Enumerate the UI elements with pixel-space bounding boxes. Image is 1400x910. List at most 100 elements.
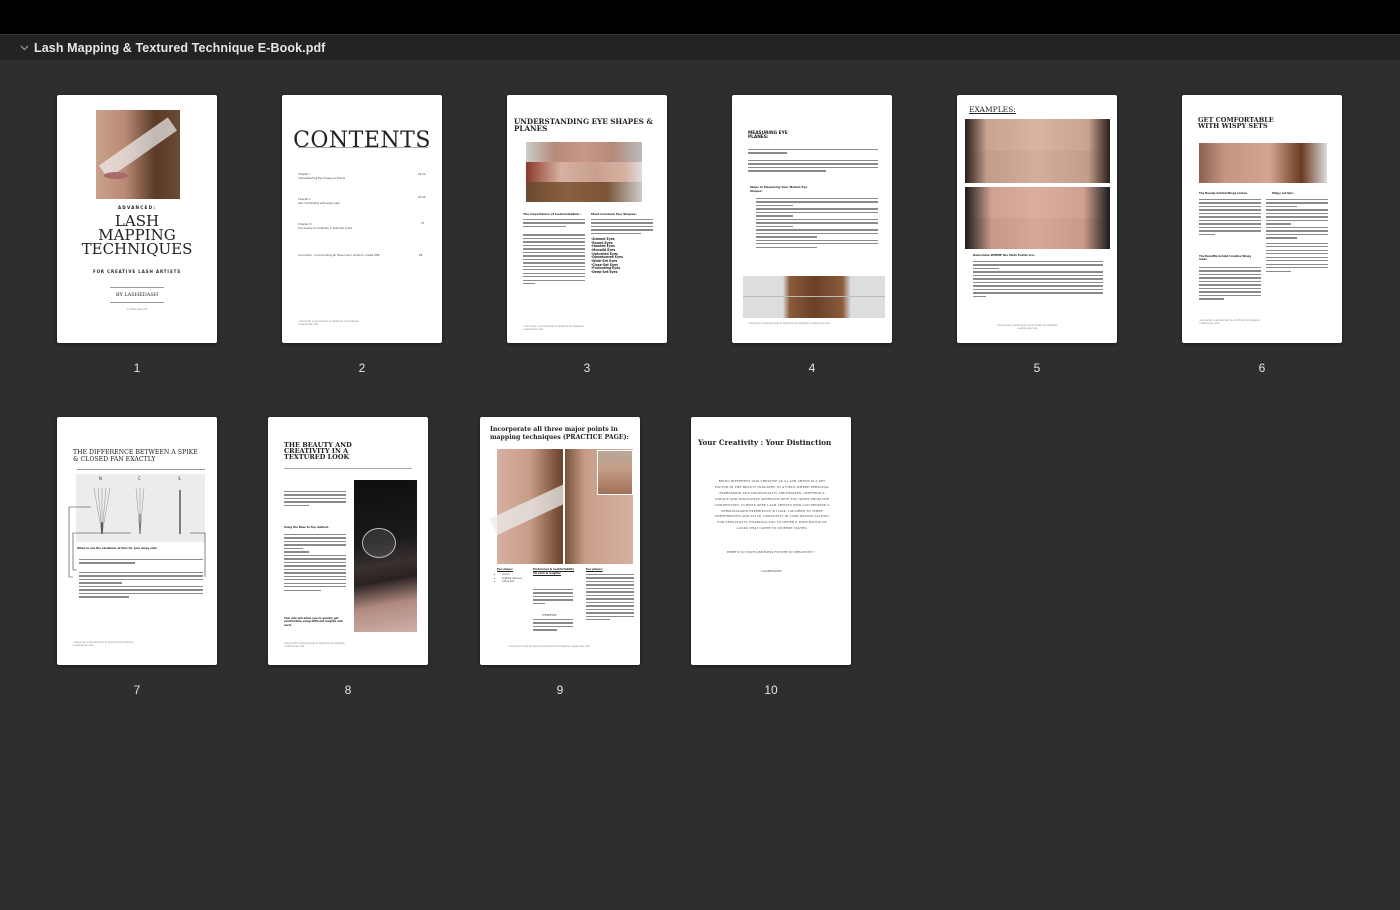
- section-heading: The Benefits behind Creative Wispy looks: [1199, 255, 1252, 262]
- example-photos-2: [965, 187, 1110, 249]
- page-heading: MEASURING EYE PLANES:: [748, 131, 788, 141]
- page-footer: ADVANCED LASH MAPPING & TEXTURE TECHNIQU…: [996, 324, 1058, 330]
- body-text: [1266, 199, 1328, 274]
- fan-label: N: [99, 476, 102, 481]
- page-number-label: 10: [764, 683, 778, 697]
- toc-title: Conclusion : Incorporating all three maj…: [298, 254, 380, 257]
- page-number-label: 7: [133, 683, 141, 697]
- chevron-down-icon[interactable]: [19, 43, 29, 53]
- document-title: Lash Mapping & Textured Technique E-Book…: [34, 40, 326, 55]
- bullet-list: [79, 559, 203, 600]
- wispy-photo: [1199, 143, 1327, 183]
- body-text: [1199, 267, 1261, 302]
- page-3-preview: UNDERSTANDING EYE SHAPES & PLANES The Im…: [507, 95, 667, 343]
- page-thumbnail-10[interactable]: Your Creativity : Your Distinction BEING…: [691, 417, 851, 697]
- page-footer: ADVANCED LASH MAPPING & TEXTURE TECHNIQU…: [284, 642, 345, 648]
- page-thumbnail-3[interactable]: UNDERSTANDING EYE SHAPES & PLANES The Im…: [507, 95, 667, 375]
- page-2-preview: CONTENTS Chapter I Understanding Eye Sha…: [282, 95, 442, 343]
- toc-entry: Chapter II Get comfortable with wispy se…: [298, 198, 408, 205]
- body-text: [586, 574, 634, 623]
- page-thumbnail-2[interactable]: CONTENTS Chapter I Understanding Eye Sha…: [282, 95, 442, 375]
- eye-shape-list: -Almond Eyes -Round Eyes -Hooded Eyes -M…: [591, 237, 623, 275]
- page-footer: ADVANCED LASH MAPPING & TEXTURE TECHNIQU…: [1199, 319, 1260, 325]
- fan-label: C: [138, 476, 141, 481]
- eye-shape-list: round slightly almond Close set: [502, 573, 522, 584]
- body-text: [591, 219, 653, 236]
- toc-pages: 07: [421, 222, 425, 225]
- section-heading: The Beauty behind Wispy Lashes: [1199, 192, 1248, 195]
- page-thumbnail-9[interactable]: Incorporate all three major points in ma…: [480, 417, 640, 697]
- body-text: [748, 149, 878, 174]
- window-top-bar: [0, 0, 1400, 34]
- page-footer: ADVANCED LASH MAPPING & TEXTURE TECHNIQU…: [298, 320, 359, 326]
- section-heading: Using the Base to Top method.: [284, 526, 329, 529]
- eye-shape-item: -Deep-Set Eyes: [591, 269, 618, 274]
- body-text: [973, 261, 1103, 299]
- page-9-preview: Incorporate all three major points in ma…: [480, 417, 640, 665]
- document-header: Lash Mapping & Textured Technique E-Book…: [0, 34, 1400, 60]
- closing-text: This rule will allow you to quickly get …: [284, 617, 343, 627]
- fan-label: S: [178, 476, 181, 481]
- divider: [110, 287, 164, 288]
- page-number-label: 8: [344, 683, 352, 697]
- page-number-label: 9: [556, 683, 564, 697]
- closing-signature: -LASHEDASH: [760, 569, 782, 573]
- page-thumbnail-4[interactable]: MEASURING EYE PLANES: Steps In Measuring…: [732, 95, 892, 375]
- section-heading: Wispy set tips:: [1272, 192, 1294, 195]
- toc-entry: Chapter III The beauty & Creativity in T…: [298, 223, 408, 230]
- page-thumbnail-1[interactable]: ADVANCED: LASH MAPPING TECHNIQUES FOR CR…: [57, 95, 217, 375]
- toc-title: The beauty & Creativity in Textured Look…: [298, 226, 353, 230]
- page-5-preview: EXAMPLES: Determine WHERE the Main Point…: [957, 95, 1117, 343]
- page-footer: ADVANCED LASH MAPPING & TEXTURE TECHNIQU…: [748, 322, 830, 325]
- page-1-preview: ADVANCED: LASH MAPPING TECHNIQUES FOR CR…: [57, 95, 217, 343]
- page-4-preview: MEASURING EYE PLANES: Steps In Measuring…: [732, 95, 892, 343]
- body-text: [533, 589, 573, 606]
- page-7-preview: THE DIFFERENCE BETWEEN A SPIKE & CLOSED …: [57, 417, 217, 665]
- body-text: [523, 219, 585, 287]
- cover-photo: [96, 110, 180, 199]
- page-10-preview: Your Creativity : Your Distinction BEING…: [691, 417, 851, 665]
- note-text: THEREFORE: [542, 614, 557, 617]
- page-heading: Incorporate all three major points in ma…: [490, 426, 629, 441]
- page-thumbnail-6[interactable]: GET COMFORTABLE WITH WISPY SETS The Beau…: [1182, 95, 1342, 375]
- section-heading: Preference & Comfortability TO curls & l…: [533, 568, 575, 575]
- toc-entry: Chapter I Understanding Eye Shapes & Pla…: [298, 173, 408, 180]
- toc-title: Get comfortable with wispy sets: [298, 201, 340, 205]
- page-number-label: 6: [1258, 361, 1266, 375]
- page-number-label: 3: [583, 361, 591, 375]
- page-6-preview: GET COMFORTABLE WITH WISPY SETS The Beau…: [1182, 95, 1342, 343]
- page-thumbnail-5[interactable]: EXAMPLES: Determine WHERE the Main Point…: [957, 95, 1117, 375]
- section-heading: Most Common Eye Shapes:: [591, 212, 637, 216]
- section-heading: When to use the variations of fans for y…: [77, 547, 158, 550]
- page-heading: UNDERSTANDING EYE SHAPES & PLANES: [514, 117, 653, 133]
- page-heading: THE BEAUTY AND CREATIVITY IN A TEXTURED …: [284, 441, 352, 461]
- cover-subtitle: FOR CREATIVE LASH ARTISTS: [92, 269, 182, 274]
- toc-pages: 08: [419, 254, 423, 257]
- divider: [298, 147, 428, 148]
- practice-photo-left: [489, 449, 579, 564]
- eye-shape-item: Close set: [502, 580, 522, 584]
- toc-pages: 05-06: [418, 196, 426, 199]
- page-thumbnail-7[interactable]: THE DIFFERENCE BETWEEN A SPIKE & CLOSED …: [57, 417, 217, 697]
- toc-title: Understanding Eye Shapes & Planes: [298, 176, 346, 180]
- page-8-preview: THE BEAUTY AND CREATIVITY IN A TEXTURED …: [268, 417, 428, 665]
- textured-look-photo: [354, 480, 417, 632]
- cover-site: LASHEDASH.COM: [126, 308, 148, 311]
- section-heading: Eye planes:: [586, 568, 603, 571]
- section-heading: Steps In Measuring Your Models Eye Shape…: [750, 185, 808, 193]
- page-footer: ADVANCED LASH MAPPING & TEXTURE TECHNIQU…: [508, 645, 590, 648]
- cover-byline: BY LASHEDASH: [115, 292, 159, 298]
- page-footer: ADVANCED LASH MAPPING & TEXTURE TECHNIQU…: [523, 325, 584, 331]
- section-heading: Determine WHERE the Main Points are:: [973, 253, 1035, 257]
- cover-title: LASH MAPPING TECHNIQUES: [57, 214, 217, 257]
- section-heading: Eye shape:: [497, 568, 513, 571]
- closing-cheers: HERE'S TO YOUR LIMITLESS FUTURE IN CREAT…: [726, 550, 816, 554]
- divider: [284, 468, 412, 469]
- page-thumbnail-8[interactable]: THE BEAUTY AND CREATIVITY IN A TEXTURED …: [268, 417, 428, 697]
- page-number-label: 4: [808, 361, 816, 375]
- divider: [110, 302, 164, 303]
- toc-entry: Conclusion : Incorporating all three maj…: [298, 254, 410, 258]
- body-text: [284, 534, 346, 593]
- page-number-label: 1: [133, 361, 141, 375]
- closing-body: BEING DIFFERENT AND CREATIVE AS A LASH A…: [714, 479, 830, 531]
